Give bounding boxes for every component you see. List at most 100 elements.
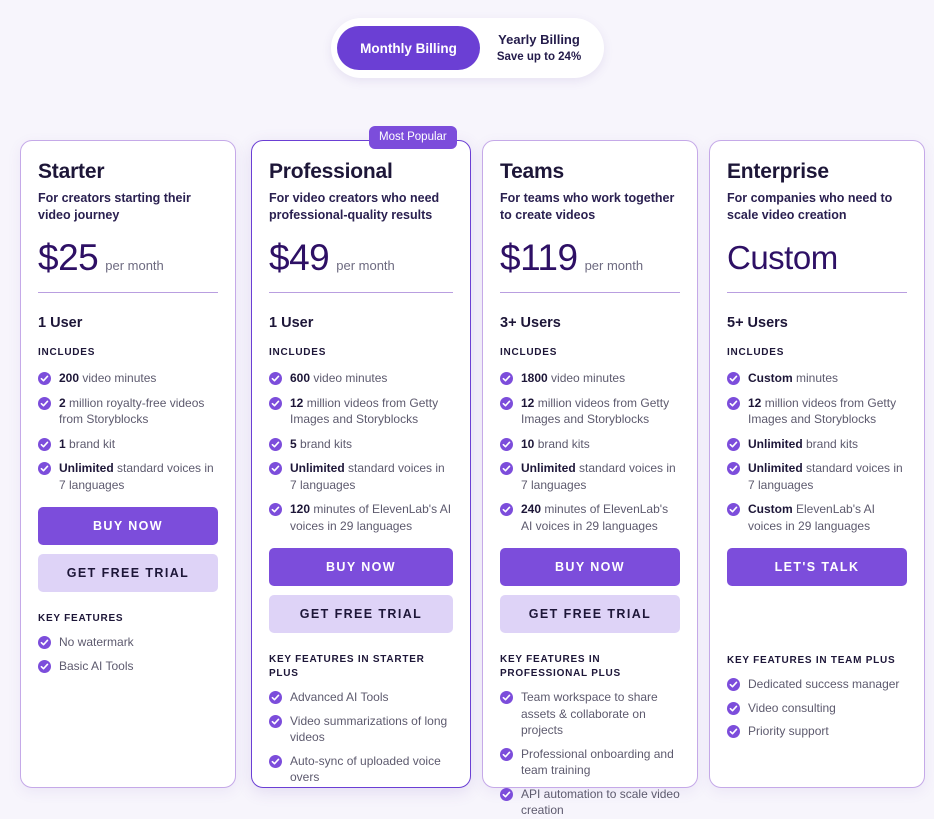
include-item: 600 video minutes bbox=[269, 370, 453, 387]
most-popular-badge: Most Popular bbox=[369, 126, 457, 149]
check-circle-icon bbox=[269, 714, 282, 728]
include-item-text: Unlimited standard voices in 7 languages bbox=[290, 461, 445, 492]
key-feature-item-text: Video consulting bbox=[748, 700, 836, 715]
key-feature-item-text: Basic AI Tools bbox=[59, 658, 134, 673]
key-features-list-enterprise: Dedicated success manager Video consultin… bbox=[727, 676, 907, 740]
check-circle-icon bbox=[500, 503, 513, 516]
plan-seats-enterprise: 5+ Users bbox=[727, 315, 788, 331]
key-features-label-enterprise: KEY FEATURES IN TEAM PLUS bbox=[727, 655, 896, 666]
include-item: 12 million videos from Getty Images and … bbox=[727, 395, 907, 428]
include-item-text: 12 million videos from Getty Images and … bbox=[748, 395, 897, 427]
check-circle-icon bbox=[38, 437, 51, 451]
check-circle-icon bbox=[269, 691, 282, 704]
primary-cta-starter[interactable]: BUY NOW bbox=[38, 507, 218, 545]
check-circle-icon bbox=[38, 372, 51, 385]
key-feature-item-text: Professional onboarding and team trainin… bbox=[521, 746, 674, 778]
pricing-card-enterprise[interactable]: Enterprise For companies who need to scal… bbox=[709, 140, 925, 788]
includes-label-starter: INCLUDES bbox=[38, 347, 96, 358]
plan-divider-pro bbox=[269, 292, 453, 293]
plan-price-enterprise: Custom bbox=[727, 239, 838, 276]
secondary-cta-pro[interactable]: GET FREE TRIAL bbox=[269, 595, 453, 633]
include-item: 12 million videos from Getty Images and … bbox=[500, 395, 680, 428]
include-item-text: 12 million videos from Getty Images and … bbox=[521, 395, 670, 427]
check-circle-icon bbox=[500, 372, 513, 385]
include-item-text: 2 million royalty-free videos from Story… bbox=[59, 395, 205, 427]
includes-label-teams: INCLUDES bbox=[500, 347, 558, 358]
pricing-card-professional[interactable]: Most Popular Professional For video creato… bbox=[251, 126, 471, 788]
secondary-cta-starter[interactable]: GET FREE TRIAL bbox=[38, 554, 218, 592]
key-feature-item: Professional onboarding and team trainin… bbox=[500, 746, 680, 779]
plan-name-starter: Starter bbox=[38, 160, 105, 183]
cta-zone-teams: BUY NOW GET FREE TRIAL bbox=[500, 548, 680, 633]
secondary-cta-teams[interactable]: GET FREE TRIAL bbox=[500, 595, 680, 633]
primary-cta-pro[interactable]: BUY NOW bbox=[269, 548, 453, 586]
key-feature-item: Video consulting bbox=[727, 700, 907, 717]
include-item-text: Unlimited standard voices in 7 languages bbox=[521, 461, 676, 492]
include-item: Unlimited brand kits bbox=[727, 436, 907, 453]
check-circle-icon bbox=[38, 636, 51, 649]
cta-zone-enterprise: LET'S TALK bbox=[727, 548, 907, 586]
check-circle-icon bbox=[727, 372, 740, 385]
cta-zone-starter: BUY NOW GET FREE TRIAL bbox=[38, 507, 218, 592]
key-features-list-pro: Advanced AI Tools Video summarizations of… bbox=[269, 689, 453, 786]
key-feature-item: Video summarizations of long videos bbox=[269, 713, 453, 746]
plan-description-teams: For teams who work together to create vi… bbox=[500, 191, 675, 222]
key-feature-item-text: Video summarizations of long videos bbox=[290, 713, 448, 745]
include-item: 200 video minutes bbox=[38, 370, 218, 387]
key-feature-item-text: No watermark bbox=[59, 635, 134, 649]
billing-option-monthly[interactable]: Monthly Billing bbox=[337, 26, 480, 70]
key-features-label-starter: KEY FEATURES bbox=[38, 613, 124, 624]
key-feature-item-text: Dedicated success manager bbox=[748, 677, 900, 691]
plan-price-row-pro: $49 per month bbox=[269, 237, 453, 283]
check-circle-icon bbox=[269, 503, 282, 516]
key-features-label-pro: KEY FEATURES IN STARTER PLUS bbox=[269, 654, 425, 679]
plan-seats-pro: 1 User bbox=[269, 315, 314, 331]
include-item: Unlimited standard voices in 7 languages bbox=[727, 460, 907, 493]
plan-seats-starter: 1 User bbox=[38, 315, 83, 331]
plan-period-starter: per month bbox=[105, 258, 164, 273]
plan-divider-enterprise bbox=[727, 292, 907, 293]
billing-monthly-label: Monthly Billing bbox=[360, 40, 457, 56]
includes-list-teams: 1800 video minutes 12 million videos from… bbox=[500, 370, 680, 534]
check-circle-icon bbox=[727, 725, 740, 738]
plan-divider-starter bbox=[38, 292, 218, 293]
key-feature-item-text: Team workspace to share assets & collabo… bbox=[521, 690, 658, 737]
plan-seats-teams: 3+ Users bbox=[500, 315, 561, 331]
key-feature-item-text: API automation to scale video creation bbox=[521, 786, 680, 818]
check-circle-icon bbox=[269, 372, 282, 385]
primary-cta-teams[interactable]: BUY NOW bbox=[500, 548, 680, 586]
check-circle-icon bbox=[727, 462, 740, 475]
include-item: 12 million videos from Getty Images and … bbox=[269, 395, 453, 428]
include-item-text: 240 minutes of ElevenLab's AI voices in … bbox=[521, 502, 669, 533]
billing-yearly-label: Yearly Billing bbox=[498, 32, 580, 47]
key-features-label-teams: KEY FEATURES IN PROFESSIONAL PLUS bbox=[500, 654, 621, 679]
check-circle-icon bbox=[500, 747, 513, 761]
primary-cta-enterprise[interactable]: LET'S TALK bbox=[727, 548, 907, 586]
plan-price-row-starter: $25 per month bbox=[38, 237, 218, 283]
key-features-list-starter: No watermark Basic AI Tools bbox=[38, 634, 218, 674]
check-circle-icon bbox=[727, 396, 740, 410]
includes-list-starter: 200 video minutes 2 million royalty-free … bbox=[38, 370, 218, 493]
pricing-card-teams[interactable]: Teams For teams who work together to crea… bbox=[482, 140, 698, 817]
check-circle-icon bbox=[727, 503, 740, 516]
pricing-card-starter[interactable]: Starter For creators starting their video… bbox=[20, 140, 236, 788]
include-item: 5 brand kits bbox=[269, 436, 453, 453]
key-feature-item: No watermark bbox=[38, 634, 218, 651]
plan-description-starter: For creators starting their video journe… bbox=[38, 191, 191, 222]
key-feature-item: Basic AI Tools bbox=[38, 658, 218, 675]
check-circle-icon bbox=[500, 787, 513, 801]
plan-period-teams: per month bbox=[584, 258, 644, 273]
plan-name-teams: Teams bbox=[500, 160, 564, 183]
include-item: 10 brand kits bbox=[500, 436, 680, 453]
includes-label-enterprise: INCLUDES bbox=[727, 347, 785, 358]
billing-option-yearly[interactable]: Yearly Billing Save up to 24% bbox=[480, 26, 598, 70]
check-circle-icon bbox=[269, 754, 282, 768]
includes-label-pro: INCLUDES bbox=[269, 347, 327, 358]
include-item: Unlimited standard voices in 7 languages bbox=[38, 460, 218, 493]
key-feature-item: Dedicated success manager bbox=[727, 676, 907, 693]
plan-price-teams: $119 bbox=[500, 237, 578, 278]
billing-toggle[interactable]: Monthly Billing Yearly Billing Save up t… bbox=[331, 18, 604, 78]
plan-price-row-teams: $119 per month bbox=[500, 237, 680, 283]
include-item-text: Unlimited brand kits bbox=[748, 436, 859, 451]
plan-divider-teams bbox=[500, 292, 680, 293]
